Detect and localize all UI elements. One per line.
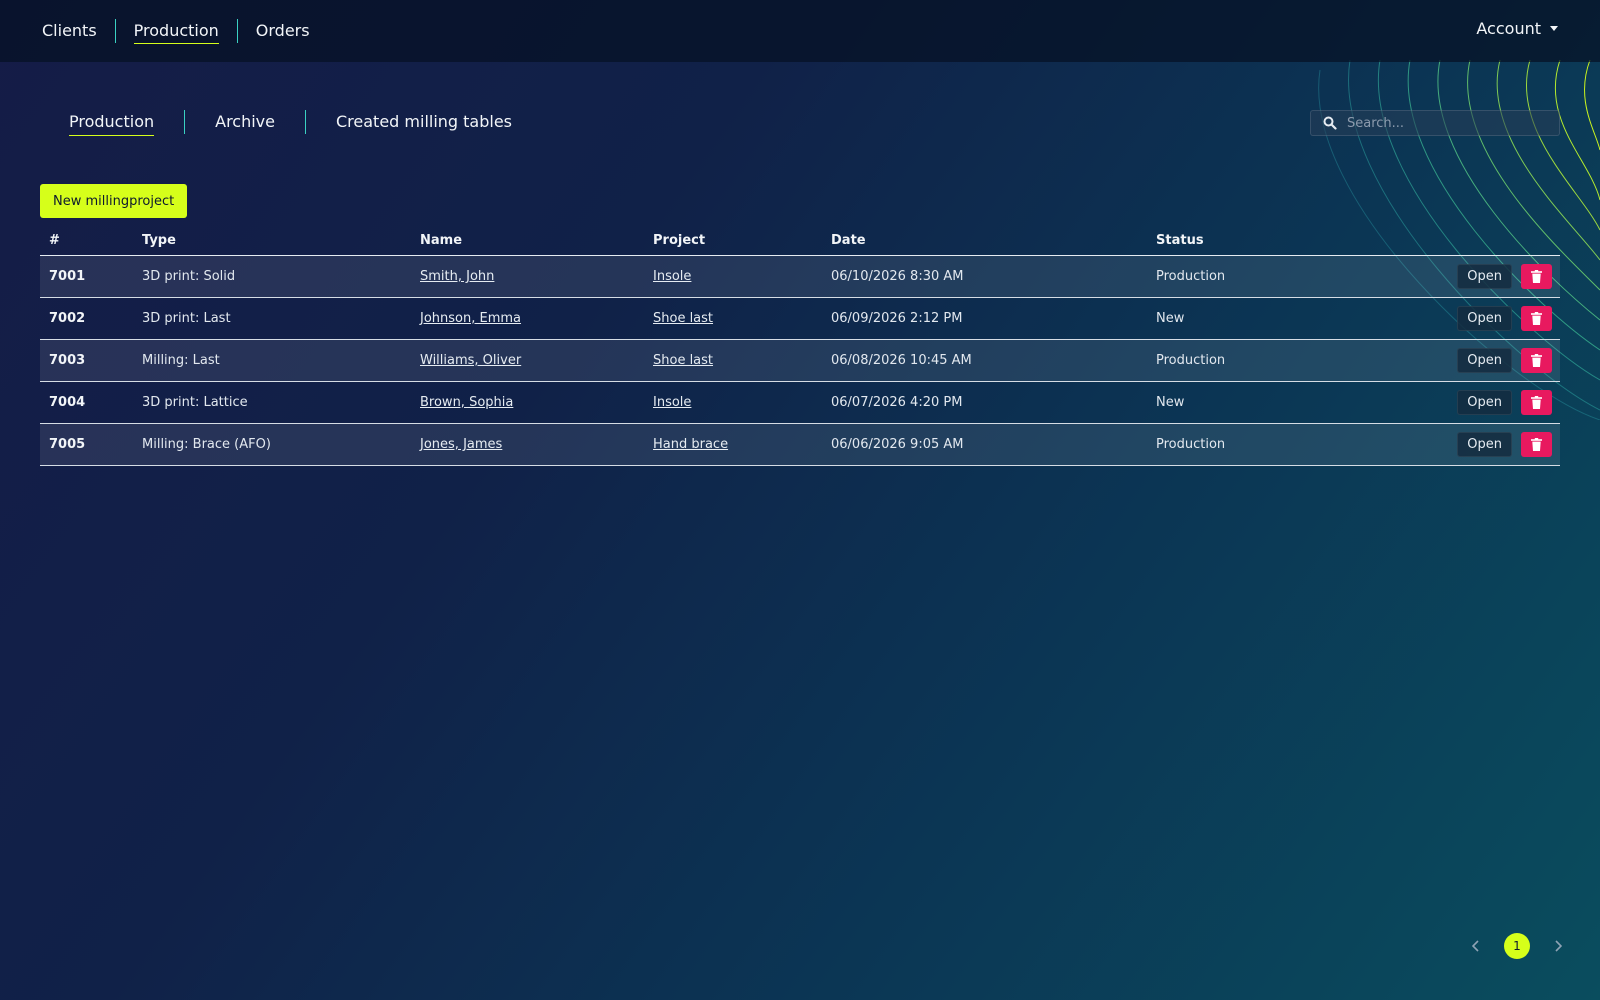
caret-down-icon (1550, 26, 1558, 31)
row-status: Production (1156, 269, 1226, 284)
row-type: 3D print: Last (142, 311, 231, 326)
row-type: 3D print: Lattice (142, 395, 248, 410)
row-status: New (1156, 311, 1185, 326)
header-name[interactable]: Name (420, 233, 653, 248)
project-link[interactable]: Hand brace (653, 437, 728, 452)
page-button[interactable]: 1 (1504, 933, 1530, 959)
table-row: 7004 3D print: Lattice Brown, Sophia Insole… (40, 382, 1560, 424)
chevron-left-icon[interactable] (1466, 933, 1486, 959)
account-label: Account (1476, 19, 1541, 38)
row-project-cell: Insole (653, 269, 831, 284)
chevron-right-icon[interactable] (1548, 933, 1568, 959)
trash-icon (1531, 396, 1542, 409)
tab-divider (184, 110, 186, 134)
tab-production[interactable]: Production (54, 109, 169, 136)
row-actions: Open (1376, 306, 1560, 331)
trash-icon (1531, 354, 1542, 367)
client-name-link[interactable]: Smith, John (420, 269, 494, 284)
header-date[interactable]: Date (831, 233, 1156, 248)
table-row: 7003 Milling: Last Williams, Oliver Shoe la… (40, 340, 1560, 382)
client-name-link[interactable]: Johnson, Emma (420, 311, 521, 326)
table-row: 7002 3D print: Last Johnson, Emma Shoe last… (40, 298, 1560, 340)
row-status: Production (1156, 353, 1226, 368)
open-button[interactable]: Open (1457, 432, 1512, 457)
row-name-cell: Smith, John (420, 269, 653, 284)
row-type: Milling: Brace (AFO) (142, 437, 271, 452)
row-number: 7005 (49, 437, 86, 452)
row-date: 06/10/2026 8:30 AM (831, 269, 964, 284)
delete-button[interactable] (1521, 432, 1552, 457)
trash-icon (1531, 438, 1542, 451)
delete-button[interactable] (1521, 306, 1552, 331)
row-date: 06/07/2026 4:20 PM (831, 395, 963, 410)
delete-button[interactable] (1521, 264, 1552, 289)
delete-button[interactable] (1521, 390, 1552, 415)
row-number: 7002 (49, 311, 86, 326)
open-button[interactable]: Open (1457, 348, 1512, 373)
row-project-cell: Shoe last (653, 311, 831, 326)
row-status: New (1156, 395, 1185, 410)
open-button[interactable]: Open (1457, 264, 1512, 289)
row-name-cell: Johnson, Emma (420, 311, 653, 326)
search-input[interactable] (1347, 115, 1547, 131)
tab-created-milling-tables[interactable]: Created milling tables (321, 109, 527, 135)
delete-button[interactable] (1521, 348, 1552, 373)
sub-nav: Production Archive Created milling table… (54, 109, 527, 136)
row-date: 06/06/2026 9:05 AM (831, 437, 964, 452)
tab-divider (305, 110, 306, 134)
row-date: 06/08/2026 10:45 AM (831, 353, 972, 368)
table-row: 7001 3D print: Solid Smith, John Insole 06/1… (40, 256, 1560, 298)
row-actions: Open (1376, 432, 1560, 457)
table-header: # Type Name Project Date Status (40, 226, 1560, 256)
tab-archive[interactable]: Archive (200, 109, 290, 135)
trash-icon (1531, 312, 1542, 325)
search-icon (1323, 116, 1337, 130)
client-name-link[interactable]: Brown, Sophia (420, 395, 513, 410)
row-type: Milling: Last (142, 353, 220, 368)
row-number: 7003 (49, 353, 86, 368)
top-navbar: Clients Production Orders Account (0, 0, 1600, 62)
row-actions: Open (1376, 264, 1560, 289)
row-project-cell: Insole (653, 395, 831, 410)
new-millingproject-button[interactable]: New millingproject (40, 184, 188, 218)
open-button[interactable]: Open (1457, 390, 1512, 415)
header-status[interactable]: Status (1156, 233, 1376, 248)
account-menu[interactable]: Account (1476, 19, 1558, 38)
row-status: Production (1156, 437, 1226, 452)
project-link[interactable]: Shoe last (653, 311, 713, 326)
nav-clients[interactable]: Clients (24, 19, 115, 43)
row-project-cell: Shoe last (653, 353, 831, 368)
client-name-link[interactable]: Jones, James (420, 437, 502, 452)
row-name-cell: Brown, Sophia (420, 395, 653, 410)
header-project[interactable]: Project (653, 233, 831, 248)
row-name-cell: Jones, James (420, 437, 653, 452)
main-nav: Clients Production Orders (24, 19, 328, 44)
row-project-cell: Hand brace (653, 437, 831, 452)
trash-icon (1531, 270, 1542, 283)
row-name-cell: Williams, Oliver (420, 353, 653, 368)
row-number: 7001 (49, 269, 86, 284)
row-actions: Open (1376, 348, 1560, 373)
header-type[interactable]: Type (142, 233, 420, 248)
pagination: 1 (1466, 933, 1568, 959)
open-button[interactable]: Open (1457, 306, 1512, 331)
search-box[interactable] (1310, 110, 1560, 136)
nav-production[interactable]: Production (116, 19, 237, 44)
table-row: 7005 Milling: Brace (AFO) Jones, James Hand… (40, 424, 1560, 466)
projects-table: # Type Name Project Date Status 7001 3D p… (40, 226, 1560, 466)
row-actions: Open (1376, 390, 1560, 415)
project-link[interactable]: Shoe last (653, 353, 713, 368)
nav-orders[interactable]: Orders (238, 19, 328, 43)
row-date: 06/09/2026 2:12 PM (831, 311, 963, 326)
client-name-link[interactable]: Williams, Oliver (420, 353, 521, 368)
row-number: 7004 (49, 395, 86, 410)
project-link[interactable]: Insole (653, 269, 691, 284)
project-link[interactable]: Insole (653, 395, 691, 410)
row-type: 3D print: Solid (142, 269, 236, 284)
header-num[interactable]: # (40, 233, 142, 248)
